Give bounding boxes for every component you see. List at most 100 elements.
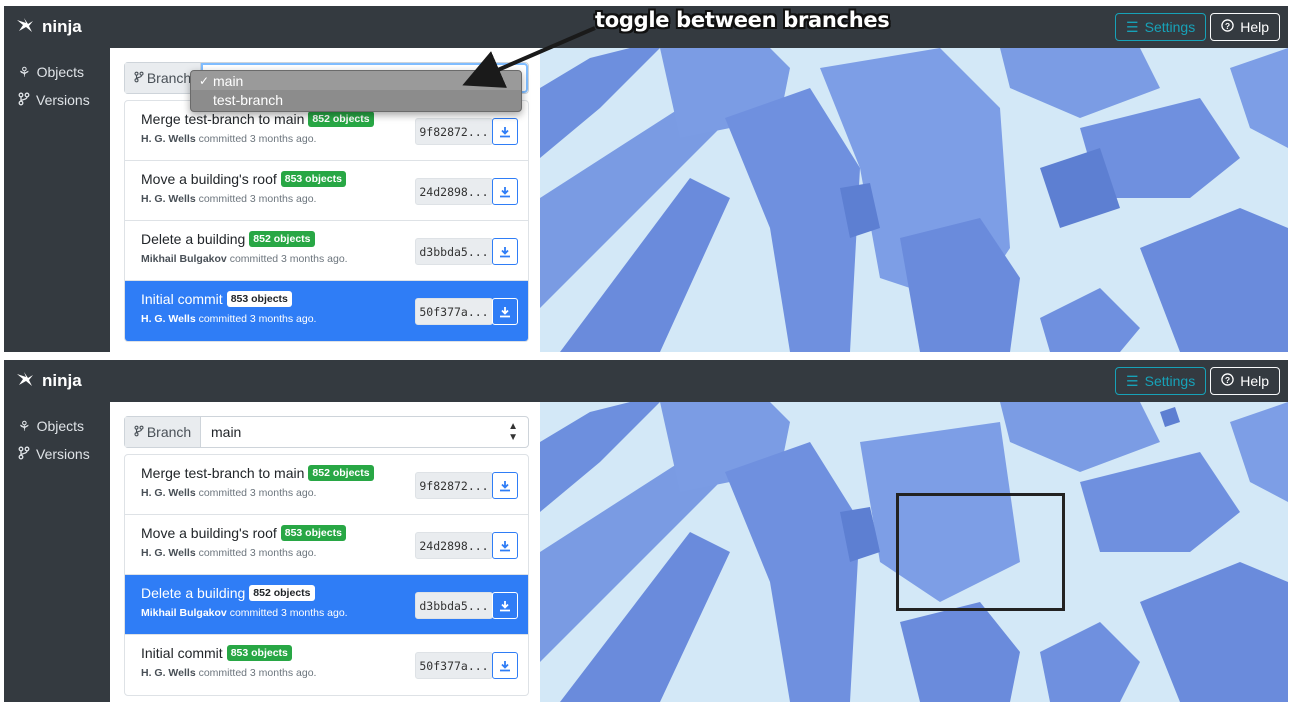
sidebar-item-objects[interactable]: ⚘ Objects xyxy=(4,412,110,440)
download-button[interactable] xyxy=(492,652,518,679)
sidebar-item-label: Versions xyxy=(36,446,90,462)
branch-selector: Branch main ▲ ▼ xyxy=(124,416,529,448)
commit-author: H. G. Wells xyxy=(141,193,196,205)
commit-time: committed 3 months ago. xyxy=(198,487,317,499)
versions-content: Branch main ▲ ▼ Merge test-branch to main… xyxy=(110,402,540,702)
commit-item[interactable]: Move a building's roof 853 objects H. G. … xyxy=(125,515,528,575)
help-label: Help xyxy=(1240,373,1269,389)
sidebar-item-versions[interactable]: Versions xyxy=(4,440,110,468)
help-button[interactable]: ? Help xyxy=(1210,13,1280,41)
commit-author: H. G. Wells xyxy=(141,547,196,559)
commit-title: Move a building's roof xyxy=(141,171,277,187)
sidebar-item-label: Versions xyxy=(36,92,90,108)
download-button[interactable] xyxy=(492,472,518,499)
settings-button[interactable]: ☰ Settings xyxy=(1115,367,1207,395)
branch-select[interactable]: main ▲ ▼ xyxy=(201,417,528,447)
settings-label: Settings xyxy=(1144,19,1196,35)
commit-author: H. G. Wells xyxy=(141,487,196,499)
ninja-logo-icon xyxy=(16,17,34,38)
sidebar: ⚘ Objects Versions xyxy=(4,48,110,352)
commit-time: committed 3 months ago. xyxy=(229,253,348,265)
download-icon xyxy=(500,660,510,671)
checkmark-icon: ✓ xyxy=(199,73,210,88)
object-count-badge: 853 objects xyxy=(226,291,292,307)
download-button[interactable] xyxy=(492,238,518,265)
commit-title: Merge test-branch to main xyxy=(141,111,305,127)
download-button[interactable] xyxy=(492,532,518,559)
commit-author: Mikhail Bulgakov xyxy=(141,607,227,619)
download-button[interactable] xyxy=(492,178,518,205)
commit-title: Initial commit xyxy=(141,291,223,307)
ninja-logo-icon xyxy=(16,371,34,392)
branch-select-value: main xyxy=(211,424,242,440)
object-count-badge: 853 objects xyxy=(226,645,292,661)
sidebar-item-objects[interactable]: ⚘ Objects xyxy=(4,58,110,86)
commit-time: committed 3 months ago. xyxy=(198,133,317,145)
download-button[interactable] xyxy=(492,298,518,325)
settings-button[interactable]: ☰ Settings xyxy=(1115,13,1207,41)
commit-hash[interactable]: 9f82872... xyxy=(415,472,493,499)
download-icon xyxy=(500,600,510,611)
sliders-icon: ☰ xyxy=(1126,372,1139,389)
commit-item[interactable]: Merge test-branch to main 852 objects H. … xyxy=(125,455,528,515)
commit-time: committed 3 months ago. xyxy=(198,667,317,679)
commit-hash[interactable]: d3bbda5... xyxy=(415,238,493,265)
commit-title: Merge test-branch to main xyxy=(141,465,305,481)
commit-hash[interactable]: d3bbda5... xyxy=(415,592,493,619)
branch-label-text: Branch xyxy=(146,70,192,86)
commit-time: committed 3 months ago. xyxy=(198,547,317,559)
sidebar-item-versions[interactable]: Versions xyxy=(4,86,110,114)
object-count-badge: 852 objects xyxy=(249,585,315,601)
help-button[interactable]: ? Help xyxy=(1210,367,1280,395)
commit-item[interactable]: Move a building's roof 853 objects H. G. … xyxy=(125,161,528,221)
commit-list: Merge test-branch to main 852 objects H. … xyxy=(124,454,529,696)
settings-label: Settings xyxy=(1144,373,1196,389)
brand[interactable]: ninja xyxy=(16,371,82,392)
sidebar-item-label: Objects xyxy=(36,418,85,434)
objects-icon: ⚘ xyxy=(18,63,31,80)
commit-item[interactable]: Delete a building 852 objects Mikhail Bul… xyxy=(125,221,528,281)
commit-list: Merge test-branch to main 852 objects H. … xyxy=(124,100,529,342)
download-icon xyxy=(500,246,510,257)
sidebar: ⚘ Objects Versions xyxy=(4,402,110,702)
3d-map-view[interactable] xyxy=(540,48,1288,352)
branch-option-label: test-branch xyxy=(213,91,284,108)
commit-time: committed 3 months ago. xyxy=(198,193,317,205)
download-button[interactable] xyxy=(492,592,518,619)
commit-item-selected[interactable]: Initial commit 853 objects H. G. Wells co… xyxy=(125,281,528,341)
branch-icon xyxy=(134,70,144,86)
sidebar-item-label: Objects xyxy=(36,64,85,80)
commit-author: H. G. Wells xyxy=(141,667,196,679)
question-circle-icon: ? xyxy=(1221,19,1234,35)
objects-icon: ⚘ xyxy=(18,417,31,434)
commit-title: Move a building's roof xyxy=(141,525,277,541)
commit-item[interactable]: Initial commit 853 objects H. G. Wells co… xyxy=(125,635,528,695)
commit-hash[interactable]: 50f377a... xyxy=(415,298,493,325)
object-count-badge: 853 objects xyxy=(280,171,346,187)
commit-author: H. G. Wells xyxy=(141,313,196,325)
branch-label-text: Branch xyxy=(146,424,192,440)
branch-label: Branch xyxy=(125,417,201,447)
commit-hash[interactable]: 24d2898... xyxy=(415,178,493,205)
commit-hash[interactable]: 50f377a... xyxy=(415,652,493,679)
commit-hash[interactable]: 9f82872... xyxy=(415,118,493,145)
commit-time: committed 3 months ago. xyxy=(229,607,348,619)
city-buildings xyxy=(540,48,1288,352)
download-button[interactable] xyxy=(492,118,518,145)
svg-text:?: ? xyxy=(1225,21,1230,31)
select-caret-icon: ▲ ▼ xyxy=(508,421,518,443)
annotation-caption: toggle between branches xyxy=(595,8,890,32)
commit-author: H. G. Wells xyxy=(141,133,196,145)
commit-title: Delete a building xyxy=(141,231,246,247)
branch-option-label: main xyxy=(213,72,244,89)
download-icon xyxy=(500,186,510,197)
app-name: ninja xyxy=(42,17,82,36)
commit-hash[interactable]: 24d2898... xyxy=(415,532,493,559)
top-screenshot-panel: ninja ☰ Settings ? Help ⚘ Objects Versio… xyxy=(4,6,1288,352)
commit-item-selected[interactable]: Delete a building 852 objects Mikhail Bul… xyxy=(125,575,528,635)
app-name: ninja xyxy=(42,371,82,390)
svg-text:?: ? xyxy=(1225,375,1230,385)
branch-icon xyxy=(18,92,30,109)
brand[interactable]: ninja xyxy=(16,17,82,38)
bottom-screenshot-panel: ninja ☰ Settings ? Help ⚘ Objects Versio… xyxy=(4,360,1288,702)
